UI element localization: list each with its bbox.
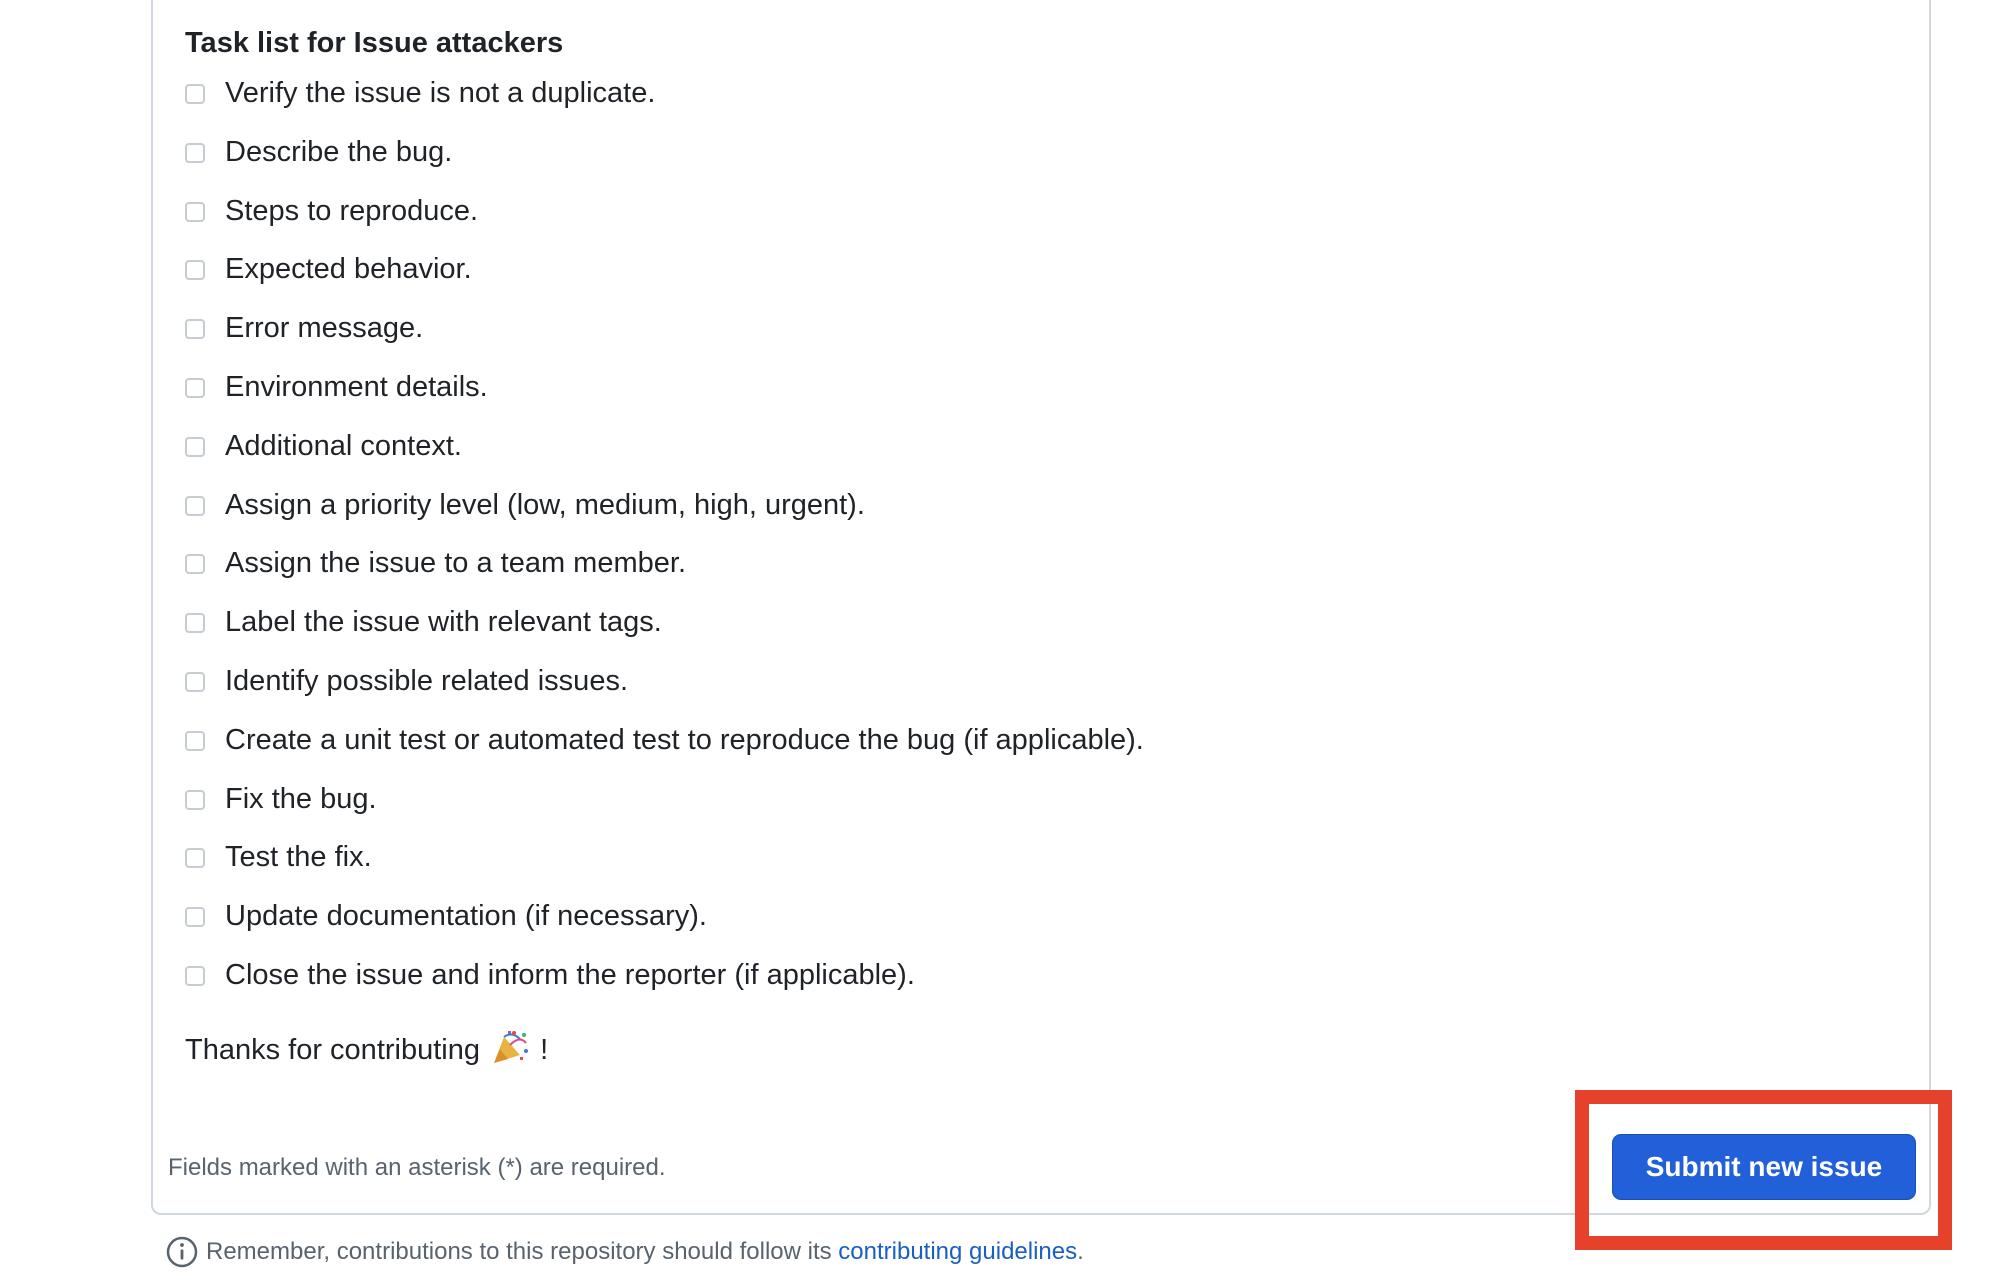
task-label: Close the issue and inform the reporter … (225, 958, 915, 991)
new-issue-page: Task list for Issue attackers Verify the… (0, 0, 1994, 1280)
task-list-item: Expected behavior. (185, 248, 1144, 307)
contributing-note: Remember, contributions to this reposito… (166, 1234, 1084, 1270)
required-fields-note: Fields marked with an asterisk (*) are r… (168, 1154, 666, 1181)
task-checkbox[interactable] (185, 613, 205, 634)
task-checkbox[interactable] (185, 201, 205, 222)
contributing-note-period: . (1077, 1238, 1084, 1265)
task-list-item: Assign the issue to a team member. (185, 542, 1144, 601)
task-label: Expected behavior. (225, 253, 472, 286)
task-checkbox[interactable] (185, 554, 205, 575)
task-label: Environment details. (225, 370, 488, 403)
task-label: Test the fix. (225, 841, 372, 874)
task-checkbox[interactable] (185, 377, 205, 398)
task-list-item: Create a unit test or automated test to … (185, 719, 1144, 778)
task-list-heading: Task list for Issue attackers (185, 27, 564, 59)
task-checkbox[interactable] (185, 789, 205, 810)
task-label: Update documentation (if necessary). (225, 900, 707, 933)
thanks-message: Thanks for contributing ! (185, 1028, 548, 1072)
task-list-item: Describe the bug. (185, 131, 1144, 190)
task-label: Describe the bug. (225, 135, 453, 168)
task-list-item: Identify possible related issues. (185, 660, 1144, 719)
task-label: Fix the bug. (225, 782, 377, 815)
task-list: Verify the issue is not a duplicate. Desc… (185, 72, 1144, 1013)
task-label: Additional context. (225, 429, 462, 462)
contributing-guidelines-link[interactable]: contributing guidelines (838, 1234, 1077, 1270)
submit-new-issue-button[interactable]: Submit new issue (1612, 1134, 1916, 1200)
task-checkbox[interactable] (185, 260, 205, 281)
task-checkbox[interactable] (185, 848, 205, 869)
contributing-note-text: Remember, contributions to this reposito… (206, 1238, 839, 1265)
task-label: Verify the issue is not a duplicate. (225, 77, 656, 109)
task-checkbox[interactable] (185, 965, 205, 986)
task-label: Create a unit test or automated test to … (225, 723, 1144, 756)
thanks-text: Thanks for contributing (185, 1034, 480, 1066)
task-list-item: Close the issue and inform the reporter … (185, 954, 1144, 1013)
task-checkbox[interactable] (185, 319, 205, 340)
task-list-item: Verify the issue is not a duplicate. (185, 72, 1144, 131)
task-checkbox[interactable] (185, 671, 205, 692)
task-checkbox[interactable] (185, 84, 205, 104)
task-list-item: Steps to reproduce. (185, 190, 1144, 249)
task-list-item: Error message. (185, 307, 1144, 366)
party-popper-icon (494, 1031, 529, 1063)
task-checkbox[interactable] (185, 907, 205, 928)
info-icon (166, 1236, 198, 1268)
task-list-item: Label the issue with relevant tags. (185, 601, 1144, 660)
task-list-item: Environment details. (185, 366, 1144, 425)
thanks-exclamation: ! (540, 1034, 549, 1066)
task-checkbox[interactable] (185, 730, 205, 751)
task-label: Assign a priority level (low, medium, hi… (225, 488, 865, 521)
task-list-item: Assign a priority level (low, medium, hi… (185, 484, 1144, 543)
task-label: Identify possible related issues. (225, 664, 628, 697)
task-checkbox[interactable] (185, 142, 205, 163)
task-label: Assign the issue to a team member. (225, 547, 686, 580)
task-checkbox[interactable] (185, 495, 205, 516)
task-checkbox[interactable] (185, 436, 205, 457)
task-list-item: Fix the bug. (185, 778, 1144, 837)
task-label: Label the issue with relevant tags. (225, 606, 662, 639)
task-list-item: Test the fix. (185, 836, 1144, 895)
task-label: Error message. (225, 312, 424, 345)
task-list-item: Additional context. (185, 425, 1144, 484)
task-list-item: Update documentation (if necessary). (185, 895, 1144, 954)
task-label: Steps to reproduce. (225, 194, 479, 227)
